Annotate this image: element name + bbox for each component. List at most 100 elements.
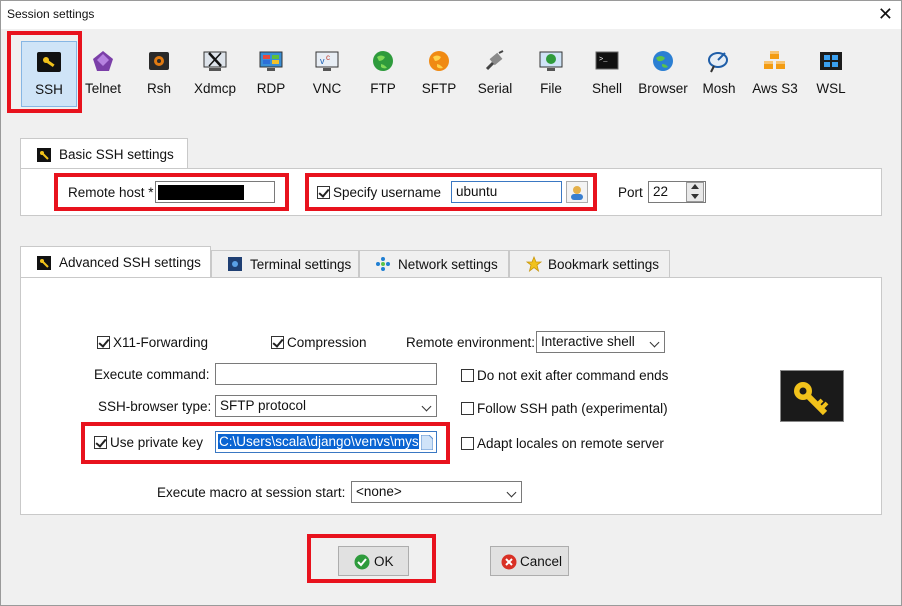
protocol-mosh[interactable]: Mosh [691,41,747,107]
key-icon [37,256,51,270]
protocol-label: Telnet [84,81,122,96]
protocol-rsh[interactable]: Rsh [131,41,187,107]
spin-up-icon[interactable] [691,184,699,189]
cancel-label: Cancel [520,554,563,569]
redacted-block [158,185,244,200]
close-icon[interactable]: ✕ [878,3,893,25]
tab-terminal-settings[interactable]: Terminal settings [211,250,359,277]
username-input[interactable]: ubuntu [451,181,562,203]
mosh-satellite-icon [708,52,728,73]
x11-forwarding-checkbox[interactable] [97,336,110,349]
protocol-ftp[interactable]: FTP [355,41,411,107]
ok-label: OK [374,554,394,569]
protocol-label: FTP [370,81,396,96]
protocol-shell[interactable]: >_ Shell [579,41,635,107]
serial-plug-icon [485,50,504,71]
remote-host-input[interactable] [155,181,275,203]
protocol-label: VNC [312,81,342,96]
do-not-exit-label: Do not exit after command ends [477,368,669,383]
svg-text:>_: >_ [599,56,608,64]
remote-environment-select[interactable]: Interactive shell [536,331,665,353]
ssh-browser-type-select[interactable]: SFTP protocol [215,395,437,417]
user-picker-button[interactable] [566,181,588,203]
execute-macro-select[interactable]: <none> [351,481,522,503]
advanced-settings-panel [20,277,882,515]
network-icon [376,257,390,271]
tab-label: Advanced SSH settings [59,255,201,270]
rsh-icon [149,52,169,70]
protocol-file[interactable]: File [523,41,579,107]
title-bar: Session settings ✕ [1,1,901,29]
checkmark-icon [354,554,370,570]
private-key-path-input[interactable]: C:\Users\scala\django\venvs\mysit [215,431,437,453]
protocol-sftp[interactable]: SFTP [411,41,467,107]
remote-environment-label: Remote environment: [406,335,536,350]
port-label: Port [618,185,643,200]
window-title: Session settings [7,7,95,21]
tab-bookmark-settings[interactable]: Bookmark settings [509,250,670,277]
tab-label: Basic SSH settings [59,147,174,162]
execute-command-label: Execute command: [94,367,210,382]
ssh-key-image [780,370,844,422]
tab-basic-ssh-settings[interactable]: Basic SSH settings [20,138,188,169]
do-not-exit-checkbox[interactable] [461,369,474,382]
telnet-icon [93,51,113,71]
remote-host-label: Remote host * [68,185,154,200]
protocol-label: Rsh [146,81,171,96]
specify-username-label: Specify username [333,185,442,200]
x11-forwarding-label: X11-Forwarding [113,335,209,350]
ok-button[interactable]: OK [338,546,409,576]
protocol-label: Xdmcp [193,81,237,96]
wsl-windows-icon [820,52,842,70]
protocol-ssh[interactable]: SSH [21,41,77,107]
user-icon [571,186,583,200]
spin-down-icon[interactable] [691,194,699,199]
protocol-label: Aws S3 [752,81,798,96]
xdmcp-icon [203,51,227,71]
protocol-telnet[interactable]: Telnet [75,41,131,107]
protocol-label: RDP [256,81,286,96]
browse-file-button[interactable] [419,434,435,451]
protocol-label: SFTP [421,81,457,96]
chevron-down-icon [649,337,660,348]
session-settings-dialog: Session settings ✕ SSH Telnet Rsh Xdmcp … [0,0,902,606]
execute-macro-value: <none> [356,484,402,499]
protocol-label: Browser [638,81,688,96]
execute-command-input[interactable] [215,363,437,385]
protocol-rdp[interactable]: RDP [243,41,299,107]
protocol-serial[interactable]: Serial [467,41,523,107]
tab-label: Network settings [398,257,498,272]
port-spinner[interactable] [686,182,704,202]
protocol-aws-s3[interactable]: Aws S3 [747,41,803,107]
use-private-key-checkbox[interactable] [94,436,107,449]
browser-globe-icon [653,51,673,71]
aws-s3-cubes-icon [764,51,785,69]
file-monitor-icon [539,51,563,71]
key-icon [37,148,51,162]
cancel-button[interactable]: Cancel [490,546,569,576]
protocol-browser[interactable]: Browser [635,41,691,107]
private-key-path-value: C:\Users\scala\django\venvs\mysit [218,434,427,449]
big-key-icon [794,382,829,416]
compression-checkbox[interactable] [271,336,284,349]
specify-username-checkbox[interactable] [317,186,330,199]
cancel-x-icon [501,554,517,570]
tab-network-settings[interactable]: Network settings [359,250,509,277]
protocol-wsl[interactable]: WSL [803,41,859,107]
protocol-label: SSH [35,82,63,97]
shell-terminal-icon: >_ [595,51,619,70]
tab-label: Terminal settings [250,257,352,272]
protocol-label: WSL [816,81,846,96]
vnc-icon: vc [315,51,339,71]
port-value: 22 [653,184,669,199]
ftp-globe-icon [373,51,393,71]
protocol-xdmcp[interactable]: Xdmcp [187,41,243,107]
tab-advanced-ssh-settings[interactable]: Advanced SSH settings [20,246,211,278]
protocol-label: Shell [591,81,623,96]
protocol-vnc[interactable]: vc VNC [299,41,355,107]
adapt-locales-checkbox[interactable] [461,437,474,450]
ssh-browser-type-label: SSH-browser type: [98,399,212,414]
follow-ssh-path-checkbox[interactable] [461,402,474,415]
protocol-label: Serial [477,81,513,96]
ssh-key-icon [37,52,61,72]
